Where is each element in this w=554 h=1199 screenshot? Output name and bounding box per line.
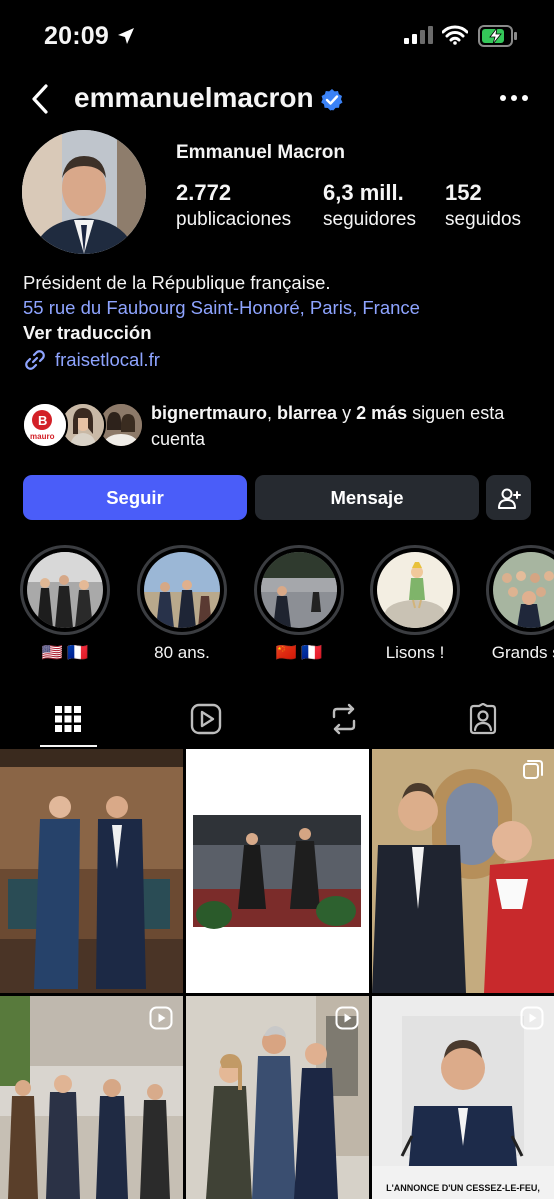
cellular-signal-icon xyxy=(404,26,433,44)
stat-posts-value: 2.772 xyxy=(176,180,232,205)
post-image xyxy=(0,749,183,993)
post-thumbnail[interactable] xyxy=(186,749,369,993)
post-image xyxy=(372,749,554,993)
external-link-text[interactable]: fraisetlocal.fr xyxy=(55,347,160,372)
reel-icon xyxy=(335,1006,359,1030)
multi-photo-icon xyxy=(523,760,543,779)
follower-badge-text: mauro xyxy=(30,432,55,441)
follower-avatar-1: B mauro xyxy=(22,402,68,448)
highlight-ring xyxy=(486,545,554,635)
status-time: 20:09 xyxy=(44,22,109,50)
active-tab-indicator xyxy=(40,745,97,747)
post-image xyxy=(186,749,369,993)
reel-icon xyxy=(520,1006,544,1030)
story-highlights: 🇺🇸 🇫🇷 80 ans. 🇨🇳 🇫🇷 Lisons ! Grands xyxy=(0,545,554,670)
profile-username: emmanuelmacron xyxy=(74,82,314,113)
svg-text:B: B xyxy=(38,413,47,428)
highlight-label: 80 ans. xyxy=(154,643,210,662)
post-thumbnail[interactable]: L'ANNONCE D'UN CESSEZ-LE-FEU, xyxy=(372,996,554,1199)
posts-grid: L'ANNONCE D'UN CESSEZ-LE-FEU, xyxy=(0,749,554,1199)
post-caption-overlay: L'ANNONCE D'UN CESSEZ-LE-FEU, xyxy=(386,1183,540,1193)
stat-followers-label: seguidores xyxy=(323,209,416,230)
followed-by-text: bignertmauro, blarrea y 2 más siguen est… xyxy=(151,400,531,452)
stat-followers-value: 6,3 mill. xyxy=(323,180,404,205)
stat-following[interactable]: 152 seguidos xyxy=(445,180,521,231)
bio-address-link[interactable]: 55 rue du Faubourg Saint-Honoré, Paris, … xyxy=(23,295,420,320)
tab-reels[interactable] xyxy=(160,690,252,748)
tagged-person-icon xyxy=(469,703,497,735)
profile-header: emmanuelmacron xyxy=(0,72,554,126)
post-thumbnail[interactable] xyxy=(186,996,369,1199)
post-thumbnail[interactable] xyxy=(372,749,554,993)
highlight-ring xyxy=(20,545,110,635)
reel-icon xyxy=(149,1006,173,1030)
profile-bio: Président de la République française. 55… xyxy=(23,270,420,372)
highlight-label: 🇺🇸 🇫🇷 xyxy=(41,643,89,662)
battery-charging-icon xyxy=(478,25,517,47)
link-icon xyxy=(25,349,45,370)
tab-tagged[interactable] xyxy=(437,690,529,748)
more-options-icon[interactable] xyxy=(498,92,530,104)
tab-reposts[interactable] xyxy=(298,690,390,748)
profile-photo-image xyxy=(22,130,146,254)
follow-button[interactable]: Seguir xyxy=(23,475,247,520)
status-bar: 20:09 xyxy=(0,0,554,70)
stat-followers[interactable]: 6,3 mill. seguidores xyxy=(323,180,416,231)
message-button[interactable]: Mensaje xyxy=(255,475,479,520)
highlight-ring xyxy=(370,545,460,635)
tab-posts-grid[interactable] xyxy=(22,690,114,748)
highlight-ring xyxy=(137,545,227,635)
followed-sep: , xyxy=(267,403,278,423)
stat-posts: 2.772 publicaciones xyxy=(176,180,291,231)
grid-icon xyxy=(55,706,81,732)
reels-play-icon xyxy=(190,703,222,735)
verified-badge-icon xyxy=(321,89,343,111)
stat-posts-label: publicaciones xyxy=(176,209,292,230)
highlight-label: Lisons ! xyxy=(385,643,445,662)
highlight-label: 🇨🇳 🇫🇷 xyxy=(275,643,323,662)
profile-avatar[interactable] xyxy=(22,130,146,254)
highlight-cover xyxy=(493,552,554,628)
follower-name-1[interactable]: bignertmauro xyxy=(151,403,267,423)
bio-title: Président de la République française. xyxy=(23,272,331,293)
highlight-cover xyxy=(377,552,453,628)
stat-following-label: seguidos xyxy=(445,209,522,230)
add-person-icon xyxy=(497,488,521,509)
display-name: Emmanuel Macron xyxy=(176,142,345,163)
followed-conj: y xyxy=(337,403,357,423)
location-arrow-icon xyxy=(118,28,134,44)
highlight-ring xyxy=(254,545,344,635)
post-thumbnail[interactable] xyxy=(0,996,183,1199)
highlight-label: Grands sp xyxy=(491,643,554,662)
followed-by-row[interactable]: B mauro bignertmauro, blarrea y 2 más si… xyxy=(22,399,542,451)
highlight-cover xyxy=(27,552,103,628)
repost-icon xyxy=(332,703,356,735)
suggested-users-button[interactable] xyxy=(486,475,531,520)
wifi-icon xyxy=(442,25,468,45)
profile-content-tabs xyxy=(0,690,554,748)
stat-following-value: 152 xyxy=(445,180,482,205)
highlight-cover xyxy=(261,552,337,628)
follower-name-2[interactable]: blarrea xyxy=(277,403,337,423)
back-arrow-icon[interactable] xyxy=(26,82,56,116)
highlight-cover xyxy=(144,552,220,628)
see-translation-link[interactable]: Ver traducción xyxy=(23,320,420,345)
followers-more[interactable]: 2 más xyxy=(356,403,407,423)
external-link[interactable]: fraisetlocal.fr xyxy=(23,347,420,372)
post-thumbnail[interactable] xyxy=(0,749,183,993)
